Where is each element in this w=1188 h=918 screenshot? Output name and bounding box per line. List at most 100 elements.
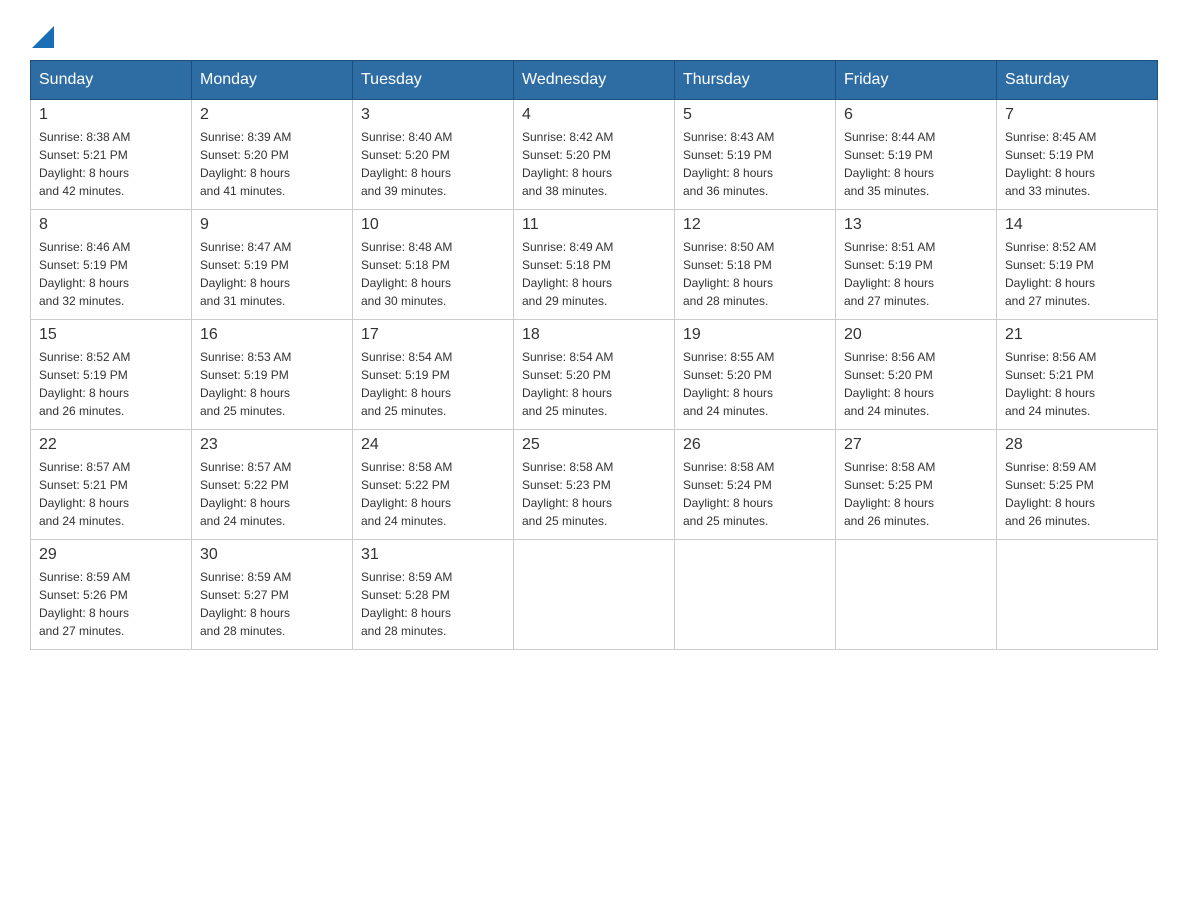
- calendar-day-cell: 9 Sunrise: 8:47 AM Sunset: 5:19 PM Dayli…: [192, 210, 353, 320]
- calendar-day-cell: 13 Sunrise: 8:51 AM Sunset: 5:19 PM Dayl…: [836, 210, 997, 320]
- day-info: Sunrise: 8:51 AM Sunset: 5:19 PM Dayligh…: [844, 238, 988, 310]
- day-number: 11: [522, 216, 666, 234]
- calendar-day-cell: 8 Sunrise: 8:46 AM Sunset: 5:19 PM Dayli…: [31, 210, 192, 320]
- calendar-day-cell: [836, 540, 997, 650]
- calendar-day-cell: 22 Sunrise: 8:57 AM Sunset: 5:21 PM Dayl…: [31, 430, 192, 540]
- day-number: 5: [683, 106, 827, 124]
- calendar-day-cell: [514, 540, 675, 650]
- day-info: Sunrise: 8:47 AM Sunset: 5:19 PM Dayligh…: [200, 238, 344, 310]
- day-info: Sunrise: 8:57 AM Sunset: 5:22 PM Dayligh…: [200, 458, 344, 530]
- day-number: 24: [361, 436, 505, 454]
- day-number: 28: [1005, 436, 1149, 454]
- weekday-header: Saturday: [997, 61, 1158, 100]
- day-number: 15: [39, 326, 183, 344]
- calendar-day-cell: 15 Sunrise: 8:52 AM Sunset: 5:19 PM Dayl…: [31, 320, 192, 430]
- calendar-day-cell: 27 Sunrise: 8:58 AM Sunset: 5:25 PM Dayl…: [836, 430, 997, 540]
- calendar-day-cell: 11 Sunrise: 8:49 AM Sunset: 5:18 PM Dayl…: [514, 210, 675, 320]
- calendar-day-cell: 14 Sunrise: 8:52 AM Sunset: 5:19 PM Dayl…: [997, 210, 1158, 320]
- calendar-week-row: 8 Sunrise: 8:46 AM Sunset: 5:19 PM Dayli…: [31, 210, 1158, 320]
- day-number: 26: [683, 436, 827, 454]
- day-number: 22: [39, 436, 183, 454]
- calendar-day-cell: 23 Sunrise: 8:57 AM Sunset: 5:22 PM Dayl…: [192, 430, 353, 540]
- weekday-header: Wednesday: [514, 61, 675, 100]
- weekday-header: Thursday: [675, 61, 836, 100]
- logo-triangle-icon: [32, 20, 54, 48]
- calendar-week-row: 1 Sunrise: 8:38 AM Sunset: 5:21 PM Dayli…: [31, 100, 1158, 210]
- day-info: Sunrise: 8:44 AM Sunset: 5:19 PM Dayligh…: [844, 128, 988, 200]
- day-info: Sunrise: 8:56 AM Sunset: 5:21 PM Dayligh…: [1005, 348, 1149, 420]
- calendar-day-cell: 6 Sunrise: 8:44 AM Sunset: 5:19 PM Dayli…: [836, 100, 997, 210]
- calendar-day-cell: 31 Sunrise: 8:59 AM Sunset: 5:28 PM Dayl…: [353, 540, 514, 650]
- day-number: 30: [200, 546, 344, 564]
- day-number: 17: [361, 326, 505, 344]
- day-info: Sunrise: 8:59 AM Sunset: 5:27 PM Dayligh…: [200, 568, 344, 640]
- calendar-week-row: 29 Sunrise: 8:59 AM Sunset: 5:26 PM Dayl…: [31, 540, 1158, 650]
- day-number: 23: [200, 436, 344, 454]
- calendar-week-row: 22 Sunrise: 8:57 AM Sunset: 5:21 PM Dayl…: [31, 430, 1158, 540]
- weekday-header: Monday: [192, 61, 353, 100]
- calendar-day-cell: 19 Sunrise: 8:55 AM Sunset: 5:20 PM Dayl…: [675, 320, 836, 430]
- day-info: Sunrise: 8:55 AM Sunset: 5:20 PM Dayligh…: [683, 348, 827, 420]
- calendar-day-cell: 4 Sunrise: 8:42 AM Sunset: 5:20 PM Dayli…: [514, 100, 675, 210]
- calendar-day-cell: 5 Sunrise: 8:43 AM Sunset: 5:19 PM Dayli…: [675, 100, 836, 210]
- day-info: Sunrise: 8:46 AM Sunset: 5:19 PM Dayligh…: [39, 238, 183, 310]
- day-info: Sunrise: 8:58 AM Sunset: 5:22 PM Dayligh…: [361, 458, 505, 530]
- calendar-day-cell: 30 Sunrise: 8:59 AM Sunset: 5:27 PM Dayl…: [192, 540, 353, 650]
- day-info: Sunrise: 8:59 AM Sunset: 5:25 PM Dayligh…: [1005, 458, 1149, 530]
- calendar-day-cell: 16 Sunrise: 8:53 AM Sunset: 5:19 PM Dayl…: [192, 320, 353, 430]
- weekday-header: Tuesday: [353, 61, 514, 100]
- weekday-header: Sunday: [31, 61, 192, 100]
- calendar-day-cell: 24 Sunrise: 8:58 AM Sunset: 5:22 PM Dayl…: [353, 430, 514, 540]
- day-number: 12: [683, 216, 827, 234]
- calendar-day-cell: 26 Sunrise: 8:58 AM Sunset: 5:24 PM Dayl…: [675, 430, 836, 540]
- day-number: 18: [522, 326, 666, 344]
- day-info: Sunrise: 8:48 AM Sunset: 5:18 PM Dayligh…: [361, 238, 505, 310]
- calendar-day-cell: 7 Sunrise: 8:45 AM Sunset: 5:19 PM Dayli…: [997, 100, 1158, 210]
- day-number: 29: [39, 546, 183, 564]
- day-info: Sunrise: 8:59 AM Sunset: 5:28 PM Dayligh…: [361, 568, 505, 640]
- day-info: Sunrise: 8:58 AM Sunset: 5:23 PM Dayligh…: [522, 458, 666, 530]
- day-number: 14: [1005, 216, 1149, 234]
- day-info: Sunrise: 8:42 AM Sunset: 5:20 PM Dayligh…: [522, 128, 666, 200]
- day-info: Sunrise: 8:53 AM Sunset: 5:19 PM Dayligh…: [200, 348, 344, 420]
- calendar-header-row: SundayMondayTuesdayWednesdayThursdayFrid…: [31, 61, 1158, 100]
- day-info: Sunrise: 8:50 AM Sunset: 5:18 PM Dayligh…: [683, 238, 827, 310]
- day-info: Sunrise: 8:52 AM Sunset: 5:19 PM Dayligh…: [39, 348, 183, 420]
- calendar-day-cell: 20 Sunrise: 8:56 AM Sunset: 5:20 PM Dayl…: [836, 320, 997, 430]
- calendar-day-cell: 17 Sunrise: 8:54 AM Sunset: 5:19 PM Dayl…: [353, 320, 514, 430]
- day-number: 4: [522, 106, 666, 124]
- calendar-day-cell: 1 Sunrise: 8:38 AM Sunset: 5:21 PM Dayli…: [31, 100, 192, 210]
- day-info: Sunrise: 8:56 AM Sunset: 5:20 PM Dayligh…: [844, 348, 988, 420]
- day-number: 1: [39, 106, 183, 124]
- day-number: 8: [39, 216, 183, 234]
- day-info: Sunrise: 8:49 AM Sunset: 5:18 PM Dayligh…: [522, 238, 666, 310]
- calendar-day-cell: [997, 540, 1158, 650]
- day-info: Sunrise: 8:38 AM Sunset: 5:21 PM Dayligh…: [39, 128, 183, 200]
- day-number: 13: [844, 216, 988, 234]
- day-number: 7: [1005, 106, 1149, 124]
- weekday-header: Friday: [836, 61, 997, 100]
- day-number: 20: [844, 326, 988, 344]
- day-info: Sunrise: 8:59 AM Sunset: 5:26 PM Dayligh…: [39, 568, 183, 640]
- day-info: Sunrise: 8:52 AM Sunset: 5:19 PM Dayligh…: [1005, 238, 1149, 310]
- day-info: Sunrise: 8:39 AM Sunset: 5:20 PM Dayligh…: [200, 128, 344, 200]
- day-info: Sunrise: 8:45 AM Sunset: 5:19 PM Dayligh…: [1005, 128, 1149, 200]
- calendar-day-cell: 2 Sunrise: 8:39 AM Sunset: 5:20 PM Dayli…: [192, 100, 353, 210]
- day-info: Sunrise: 8:43 AM Sunset: 5:19 PM Dayligh…: [683, 128, 827, 200]
- day-number: 6: [844, 106, 988, 124]
- day-number: 25: [522, 436, 666, 454]
- day-number: 10: [361, 216, 505, 234]
- calendar-day-cell: 21 Sunrise: 8:56 AM Sunset: 5:21 PM Dayl…: [997, 320, 1158, 430]
- day-number: 16: [200, 326, 344, 344]
- day-info: Sunrise: 8:57 AM Sunset: 5:21 PM Dayligh…: [39, 458, 183, 530]
- calendar-week-row: 15 Sunrise: 8:52 AM Sunset: 5:19 PM Dayl…: [31, 320, 1158, 430]
- calendar-day-cell: 3 Sunrise: 8:40 AM Sunset: 5:20 PM Dayli…: [353, 100, 514, 210]
- day-info: Sunrise: 8:58 AM Sunset: 5:25 PM Dayligh…: [844, 458, 988, 530]
- day-info: Sunrise: 8:40 AM Sunset: 5:20 PM Dayligh…: [361, 128, 505, 200]
- calendar-day-cell: 29 Sunrise: 8:59 AM Sunset: 5:26 PM Dayl…: [31, 540, 192, 650]
- calendar-day-cell: 10 Sunrise: 8:48 AM Sunset: 5:18 PM Dayl…: [353, 210, 514, 320]
- day-info: Sunrise: 8:54 AM Sunset: 5:19 PM Dayligh…: [361, 348, 505, 420]
- day-number: 31: [361, 546, 505, 564]
- day-number: 2: [200, 106, 344, 124]
- day-number: 3: [361, 106, 505, 124]
